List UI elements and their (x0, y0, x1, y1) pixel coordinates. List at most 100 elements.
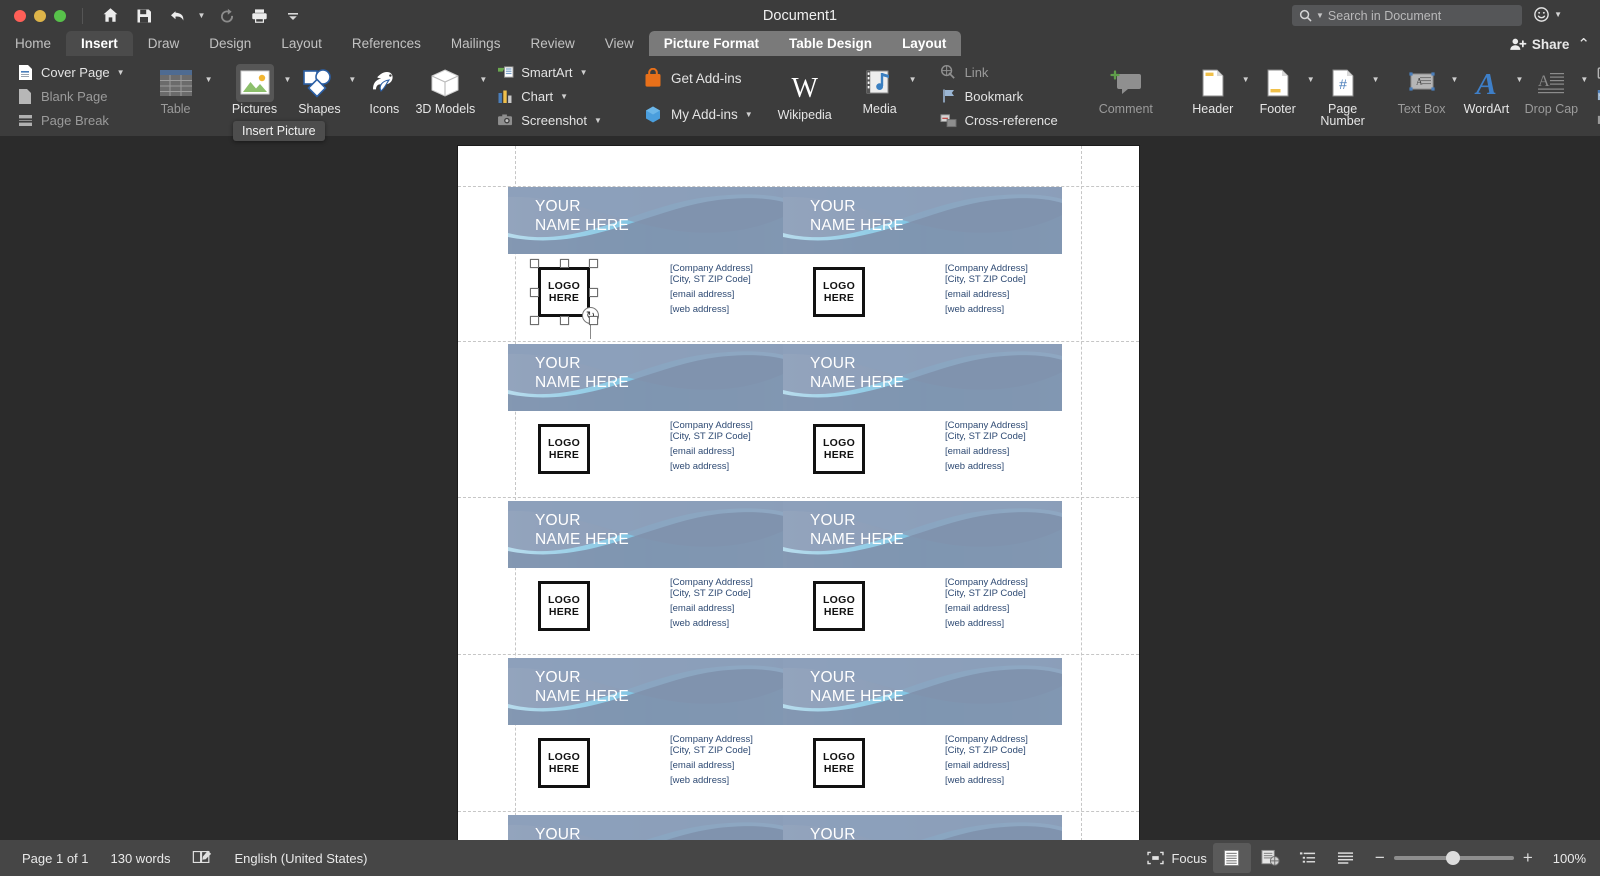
card-name[interactable]: YOUR NAME HERE (535, 197, 629, 235)
card-name[interactable]: YOUR NAME HERE (535, 511, 629, 549)
cross-reference-button[interactable]: Cross-reference (937, 109, 1061, 131)
handle-n[interactable] (560, 259, 569, 268)
business-card[interactable]: YOUR NAME HERE LOGO HERE [Company Addres… (783, 187, 1062, 342)
handle-ne[interactable] (589, 259, 598, 268)
document-page[interactable]: YOUR NAME HERE LOGO HERE ↻ (458, 146, 1139, 840)
cover-page-button[interactable]: Cover Page ▼ (13, 61, 128, 83)
card-address[interactable]: [Company Address] [City, ST ZIP Code] [e… (670, 420, 753, 473)
tab-mailings[interactable]: Mailings (436, 31, 516, 56)
card-address[interactable]: [Company Address] [City, ST ZIP Code] [e… (670, 734, 753, 787)
media-button[interactable]: Media ▼ (852, 59, 917, 133)
drop-cap-caret-icon[interactable]: ▼ (1580, 75, 1588, 84)
tab-draw[interactable]: Draw (133, 31, 195, 56)
zoom-level[interactable]: 100% (1553, 851, 1586, 866)
card-name[interactable]: YOUR NAME HERE (810, 354, 904, 392)
chevron-up-icon[interactable]: ⌃ (1577, 35, 1590, 53)
business-card[interactable]: YOUR NAME HERE LOGO HERE [Company Addres… (783, 344, 1062, 499)
card-logo[interactable]: LOGO HERE (538, 581, 590, 631)
handle-e[interactable] (589, 288, 598, 297)
handle-s[interactable] (560, 316, 569, 325)
comment-button[interactable]: Comment (1093, 59, 1159, 133)
signature-line-button[interactable] (1594, 64, 1600, 83)
word-count[interactable]: 130 words (111, 851, 171, 866)
tab-references[interactable]: References (337, 31, 436, 56)
business-card[interactable]: YOUR NAME HERE LOGO HERE [Company Addres… (508, 501, 787, 656)
card-logo[interactable]: LOGO HERE (813, 267, 865, 317)
page-number-caret-icon[interactable]: ▼ (1372, 75, 1380, 84)
bookmark-button[interactable]: Bookmark (937, 85, 1061, 107)
print-layout-view-button[interactable] (1212, 843, 1251, 873)
print-icon[interactable] (242, 3, 276, 29)
smartart-caret-icon[interactable]: ▼ (580, 68, 588, 77)
business-card[interactable]: YOUR NAME HERE LOGO HERE [Company Addres… (783, 501, 1062, 656)
language-indicator[interactable]: English (United States) (234, 851, 367, 866)
header-caret-icon[interactable]: ▼ (1242, 75, 1250, 84)
handle-sw[interactable] (530, 316, 539, 325)
table-button[interactable]: Table ▼ (148, 59, 213, 133)
tab-home[interactable]: Home (0, 31, 66, 56)
card-name[interactable]: YOUR NAME HERE (810, 511, 904, 549)
date-time-button[interactable] (1594, 87, 1600, 106)
object-button[interactable]: ▼ (1594, 110, 1600, 129)
3d-models-button[interactable]: 3D Models ▼ (412, 59, 487, 133)
footer-button[interactable]: Footer ▼ (1250, 59, 1315, 133)
card-name[interactable]: YOUR NAME HERE (535, 668, 629, 706)
page-count[interactable]: Page 1 of 1 (22, 851, 89, 866)
link-button[interactable]: Link (937, 61, 1061, 83)
search-caret-icon[interactable]: ▼ (1316, 11, 1324, 20)
customize-toolbar-icon[interactable] (276, 3, 310, 29)
image-selection-handles[interactable]: ↻ (530, 259, 599, 339)
share-button[interactable]: Share (1509, 37, 1569, 52)
my-addins-button[interactable]: My Add-ins ▼ (639, 103, 756, 125)
text-box-caret-icon[interactable]: ▼ (1451, 75, 1459, 84)
smartart-button[interactable]: SmartArt ▼ (493, 61, 605, 83)
business-card[interactable]: YOUR NAME HERE LOGO HERE ↻ (508, 187, 787, 342)
wordart-button[interactable]: A WordArt ▼ (1458, 59, 1524, 133)
card-name[interactable]: YOUR NAME HERE (810, 197, 904, 235)
shapes-caret-icon[interactable]: ▼ (348, 75, 356, 84)
home-icon[interactable] (93, 3, 127, 29)
card-name[interactable]: YOUR NAME HERE (810, 668, 904, 706)
header-button[interactable]: Header ▼ (1185, 59, 1250, 133)
page-number-button[interactable]: # Page Number ▼ (1315, 59, 1380, 133)
zoom-track[interactable] (1393, 851, 1514, 865)
card-address[interactable]: [Company Address] [City, ST ZIP Code] [e… (670, 577, 753, 630)
save-icon[interactable] (127, 3, 161, 29)
undo-caret-icon[interactable]: ▼ (195, 11, 208, 20)
search-input[interactable]: ▼ Search in Document (1292, 5, 1522, 26)
drop-cap-button[interactable]: A Drop Cap ▼ (1523, 59, 1588, 133)
card-logo[interactable]: LOGO HERE (813, 424, 865, 474)
handle-se[interactable] (589, 316, 598, 325)
zoom-in-button[interactable]: + (1523, 849, 1533, 866)
wikipedia-button[interactable]: W Wikipedia (772, 59, 838, 133)
footer-caret-icon[interactable]: ▼ (1307, 75, 1315, 84)
my-addins-caret-icon[interactable]: ▼ (745, 110, 753, 119)
tab-insert[interactable]: Insert (66, 31, 133, 56)
outline-view-button[interactable] (1289, 843, 1327, 873)
blank-page-button[interactable]: Blank Page (13, 85, 128, 107)
text-box-button[interactable]: A Text Box ▼ (1394, 59, 1459, 133)
tab-table-design[interactable]: Table Design (774, 31, 888, 56)
zoom-slider[interactable]: − + (1375, 849, 1533, 866)
screenshot-button[interactable]: Screenshot ▼ (493, 109, 605, 131)
close-button[interactable] (14, 9, 26, 22)
zoom-out-button[interactable]: − (1375, 849, 1385, 866)
tab-table-layout[interactable]: Layout (887, 31, 962, 56)
tab-picture-format[interactable]: Picture Format (648, 31, 775, 56)
tab-layout[interactable]: Layout (266, 31, 337, 56)
card-name[interactable]: YOUR NAME HERE (535, 354, 629, 392)
web-layout-view-button[interactable] (1251, 843, 1289, 873)
handle-w[interactable] (530, 288, 539, 297)
card-address[interactable]: [Company Address] [City, ST ZIP Code] [e… (670, 263, 753, 316)
card-address[interactable]: [Company Address] [City, ST ZIP Code] [e… (945, 420, 1028, 473)
chart-caret-icon[interactable]: ▼ (560, 92, 568, 101)
business-card[interactable]: YOUR NAME HERE LOGO HERE [Company Addres… (508, 658, 787, 813)
pictures-caret-icon[interactable]: ▼ (284, 75, 292, 84)
business-card[interactable]: YOUR NAME HERE LOGO HERE [Company Addres… (508, 344, 787, 499)
screenshot-caret-icon[interactable]: ▼ (594, 116, 602, 125)
handle-nw[interactable] (530, 259, 539, 268)
maximize-button[interactable] (54, 9, 66, 22)
draft-view-button[interactable] (1327, 843, 1365, 873)
smiley-caret-icon[interactable]: ▼ (1554, 10, 1562, 19)
tab-view[interactable]: View (590, 31, 649, 56)
